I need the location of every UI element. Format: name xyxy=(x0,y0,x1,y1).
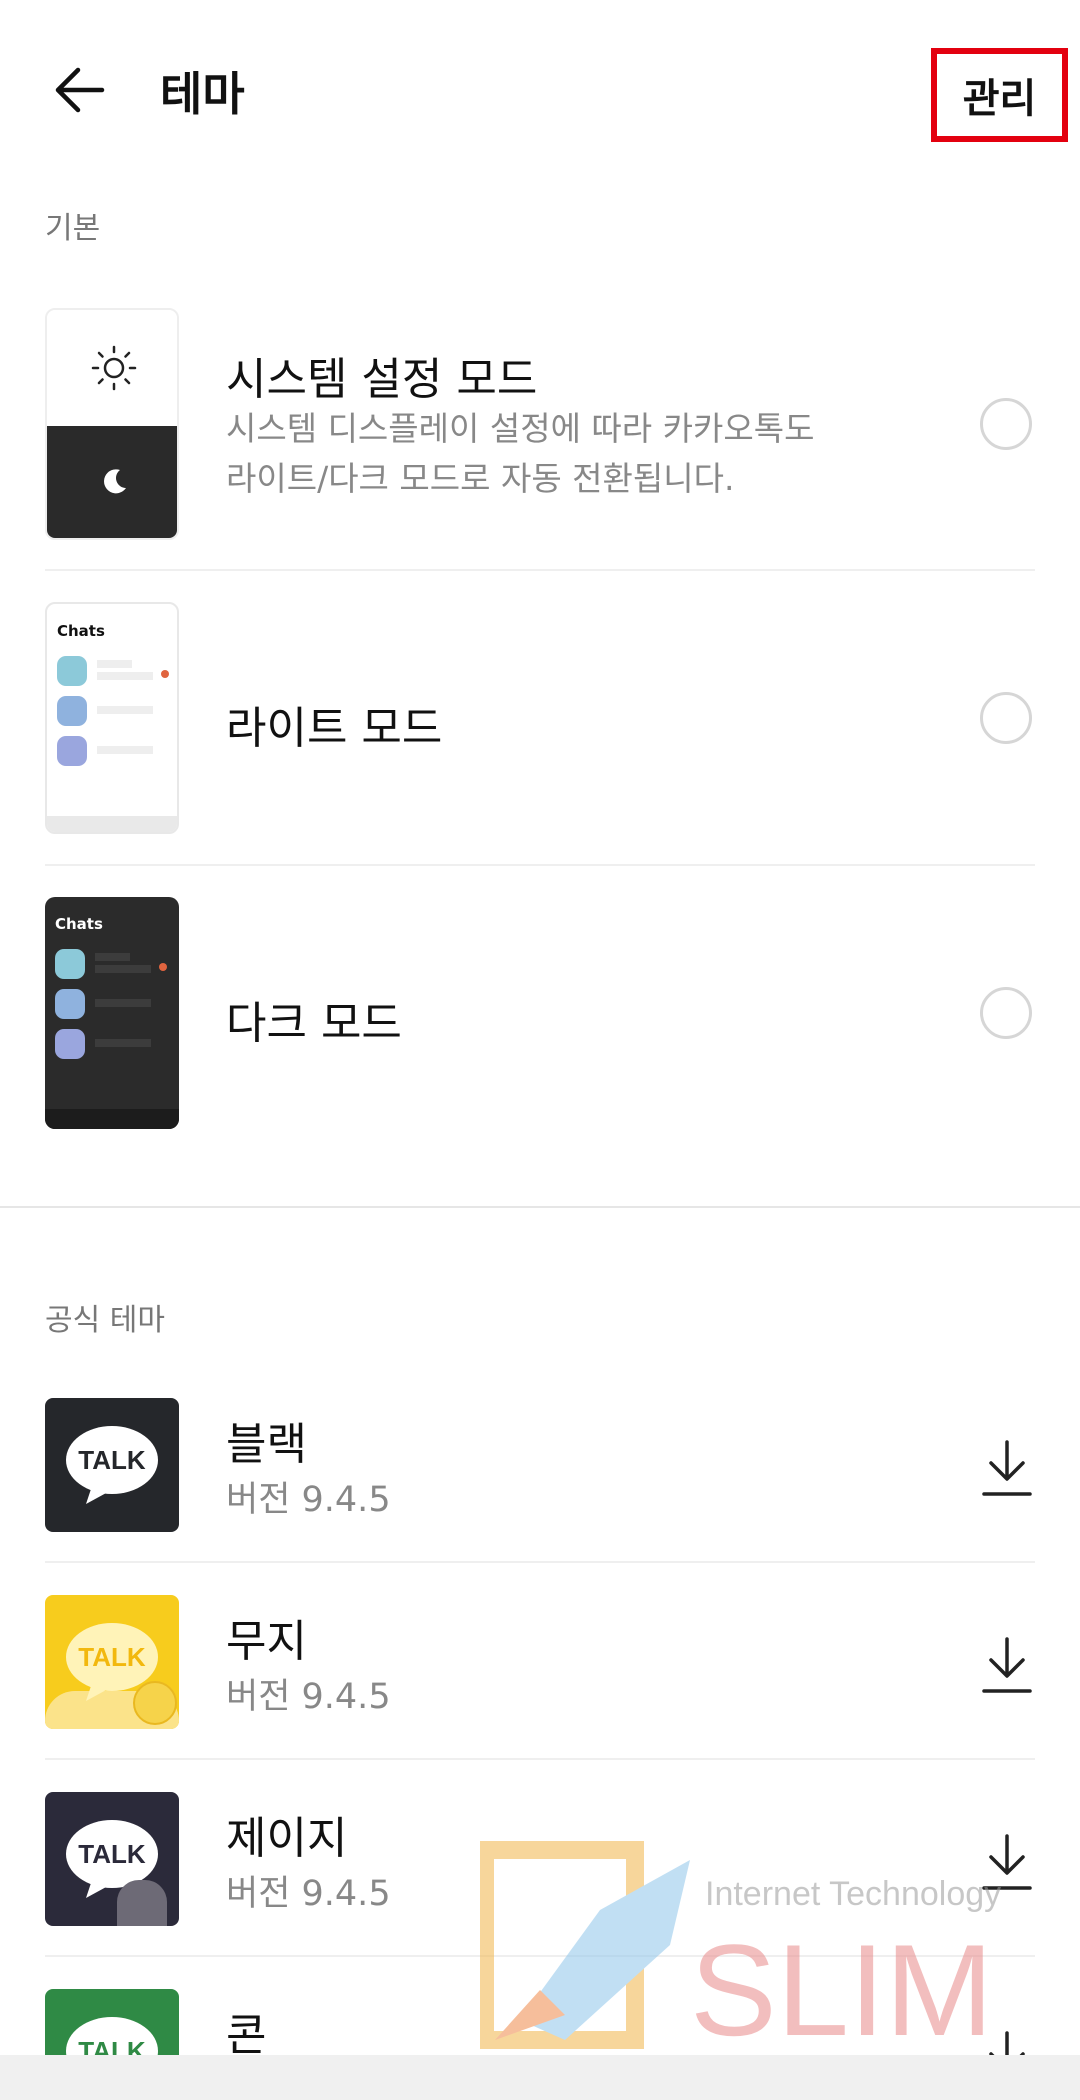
row-title: 시스템 설정 모드 xyxy=(226,354,538,405)
download-icon[interactable] xyxy=(980,1635,1034,1695)
talk-text: TALK xyxy=(78,1642,146,1672)
watermark-line1: Internet Technology xyxy=(705,1875,1001,1913)
watermark-line2: SLIM xyxy=(690,1917,993,2050)
muzi-character xyxy=(133,1681,177,1725)
divider xyxy=(45,864,1035,866)
talk-text: TALK xyxy=(78,1445,146,1475)
download-icon[interactable] xyxy=(980,1438,1034,1498)
divider xyxy=(45,1561,1035,1563)
muzi-theme-icon: TALK xyxy=(45,1595,179,1729)
version-text: 버전 9.4.5 xyxy=(226,1677,391,1717)
sun-icon xyxy=(91,345,137,391)
bottom-navigation-bar xyxy=(0,2055,1080,2100)
row-title: 콘 xyxy=(226,2010,267,2055)
light-mode-thumbnail: Chats xyxy=(45,602,179,834)
dark-mode-thumbnail: Chats xyxy=(45,897,179,1129)
talk-text: TALK xyxy=(78,2036,146,2055)
jayg-theme-icon: TALK xyxy=(45,1792,179,1926)
theme-row-system[interactable]: 시스템 설정 모드 시스템 디스플레이 설정에 따라 카카오톡도 라이트/다크 … xyxy=(45,308,1035,540)
row-title: 제이지 xyxy=(226,1813,348,1864)
theme-row-muzi[interactable]: TALK 무지 버전 9.4.5 xyxy=(45,1595,1035,1729)
thumbnail-label: Chats xyxy=(57,622,105,640)
version-text: 버전 9.4.5 xyxy=(226,1874,391,1914)
app-header: 테마 관리 xyxy=(0,0,1080,185)
con-theme-icon: TALK xyxy=(45,1989,179,2055)
thumbnail-label: Chats xyxy=(55,915,103,933)
section-label-official: 공식 테마 xyxy=(45,1303,165,1338)
back-arrow-icon[interactable] xyxy=(50,60,110,120)
row-title: 다크 모드 xyxy=(226,998,402,1049)
divider xyxy=(45,569,1035,571)
talk-bubble-icon: TALK xyxy=(66,1426,158,1504)
moon-icon xyxy=(104,469,126,494)
description-line: 시스템 디스플레이 설정에 따라 카카오톡도 xyxy=(226,409,815,448)
row-title: 무지 xyxy=(226,1616,307,1667)
talk-text: TALK xyxy=(78,1839,146,1869)
watermark-logo: Internet Technology SLIM xyxy=(480,1841,1001,2050)
talk-bubble-icon: TALK xyxy=(66,2017,158,2055)
divider xyxy=(45,1758,1035,1760)
radio-button[interactable] xyxy=(980,692,1032,744)
row-title: 블랙 xyxy=(226,1419,307,1470)
description-line: 라이트/다크 모드로 자동 전환됩니다. xyxy=(226,459,735,498)
system-mode-thumbnail xyxy=(45,308,179,540)
theme-row-black[interactable]: TALK 블랙 버전 9.4.5 xyxy=(45,1398,1035,1532)
manage-button[interactable]: 관리 xyxy=(931,48,1068,142)
version-text: 버전 9.4.5 xyxy=(226,1480,391,1520)
section-label-basic: 기본 xyxy=(45,211,101,246)
section-separator xyxy=(0,1206,1080,1208)
theme-row-light[interactable]: Chats 라이트 모드 xyxy=(45,602,1035,834)
row-title: 라이트 모드 xyxy=(226,703,443,754)
theme-row-dark[interactable]: Chats 다크 모드 xyxy=(45,897,1035,1129)
row-description: 시스템 디스플레이 설정에 따라 카카오톡도 라이트/다크 모드로 자동 전환됩… xyxy=(226,404,886,504)
radio-button[interactable] xyxy=(980,398,1032,450)
radio-button[interactable] xyxy=(980,987,1032,1039)
jayg-character xyxy=(117,1880,167,1926)
page-title: 테마 xyxy=(160,67,245,121)
black-theme-icon: TALK xyxy=(45,1398,179,1532)
